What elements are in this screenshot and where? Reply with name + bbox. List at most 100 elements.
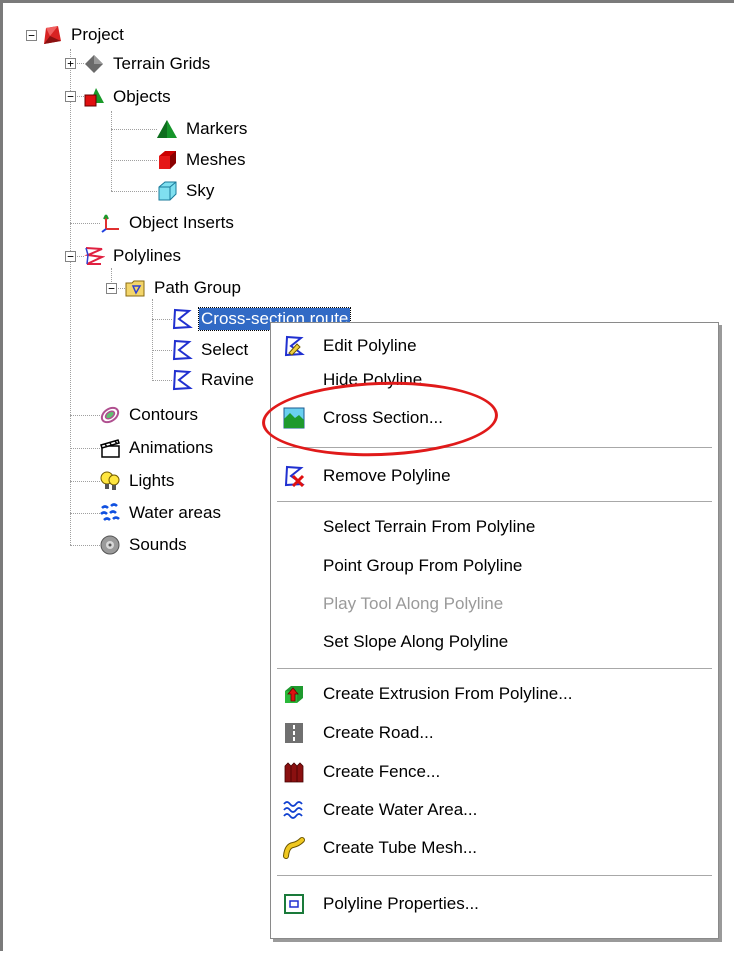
menu-item-cross-section[interactable]: Cross Section... bbox=[273, 401, 716, 435]
remove-polyline-icon bbox=[283, 465, 305, 487]
menu-item-remove-polyline[interactable]: Remove Polyline bbox=[273, 459, 716, 493]
menu-item-create-road[interactable]: Create Road... bbox=[273, 716, 716, 750]
tree-item-object-inserts[interactable]: Object Inserts bbox=[99, 208, 236, 238]
collapse-path-group-toggle[interactable]: − bbox=[106, 283, 117, 294]
menu-item-label: Cross Section... bbox=[323, 408, 443, 427]
polylines-icon bbox=[83, 245, 105, 267]
objects-icon bbox=[83, 86, 105, 108]
tree-item-sounds[interactable]: Sounds bbox=[99, 530, 189, 560]
mesh-icon bbox=[156, 149, 178, 171]
polyline-icon bbox=[171, 369, 193, 391]
menu-separator bbox=[277, 875, 712, 876]
tree-line bbox=[152, 299, 153, 379]
menu-item-edit-polyline[interactable]: Edit Polyline bbox=[273, 329, 716, 363]
tree-item-label: Sky bbox=[186, 181, 215, 200]
edit-polyline-icon bbox=[283, 335, 305, 357]
project-icon bbox=[41, 24, 63, 46]
menu-item-hide-polyline[interactable]: Hide Polyline bbox=[273, 363, 716, 397]
tree-item-label: Contours bbox=[129, 405, 198, 424]
menu-item-point-group-from-polyline[interactable]: Point Group From Polyline bbox=[273, 549, 716, 583]
polyline-icon bbox=[171, 339, 193, 361]
tree-item-label: Polylines bbox=[113, 246, 182, 265]
road-icon bbox=[283, 722, 305, 744]
menu-item-select-terrain-from-polyline[interactable]: Select Terrain From Polyline bbox=[273, 510, 716, 544]
tree-item-label: Markers bbox=[186, 119, 248, 138]
sky-icon bbox=[156, 180, 178, 202]
tree-item-label: Objects bbox=[113, 87, 171, 106]
tree-item-animations[interactable]: Animations bbox=[99, 433, 215, 463]
tree-line bbox=[152, 319, 172, 320]
collapse-objects-toggle[interactable]: − bbox=[65, 91, 76, 102]
menu-item-create-water-area[interactable]: Create Water Area... bbox=[273, 793, 716, 827]
tree-item-water-areas[interactable]: Water areas bbox=[99, 498, 223, 528]
tree-item-path-group[interactable]: Path Group bbox=[124, 273, 243, 303]
tree-item-ravine[interactable]: Ravine bbox=[171, 365, 256, 395]
water-areas-icon bbox=[99, 502, 121, 524]
menu-item-label: Polyline Properties... bbox=[323, 894, 479, 913]
menu-item-label: Remove Polyline bbox=[323, 466, 451, 485]
menu-item-play-tool-along-polyline: Play Tool Along Polyline bbox=[273, 587, 716, 621]
tree-item-label: Animations bbox=[129, 438, 214, 457]
tree-item-sky[interactable]: Sky bbox=[156, 176, 216, 206]
expand-terrain-grids-toggle[interactable]: + bbox=[65, 58, 76, 69]
tree-line bbox=[70, 223, 100, 224]
lights-icon bbox=[99, 470, 121, 492]
tree-item-terrain-grids[interactable]: Terrain Grids bbox=[83, 49, 212, 79]
tree-line bbox=[152, 350, 172, 351]
tree-line bbox=[70, 545, 100, 546]
tree-item-project[interactable]: Project bbox=[41, 20, 126, 50]
extrusion-icon bbox=[283, 683, 305, 705]
menu-item-set-slope-along-polyline[interactable]: Set Slope Along Polyline bbox=[273, 625, 716, 659]
menu-item-create-extrusion[interactable]: Create Extrusion From Polyline... bbox=[273, 677, 716, 711]
tree-item-label: Meshes bbox=[186, 150, 246, 169]
tree-line bbox=[70, 415, 100, 416]
context-menu: Edit Polyline Hide Polyline Cross Sectio… bbox=[270, 322, 719, 939]
tree-item-markers[interactable]: Markers bbox=[156, 114, 249, 144]
menu-item-polyline-properties[interactable]: Polyline Properties... bbox=[273, 887, 716, 921]
contours-icon bbox=[99, 404, 121, 426]
tree-item-contours[interactable]: Contours bbox=[99, 400, 200, 430]
tree-line bbox=[111, 129, 157, 130]
marker-icon bbox=[156, 118, 178, 140]
tree-item-meshes[interactable]: Meshes bbox=[156, 145, 248, 175]
menu-item-label: Play Tool Along Polyline bbox=[323, 594, 504, 613]
tree-item-label: Path Group bbox=[154, 278, 241, 297]
menu-item-create-tube-mesh[interactable]: Create Tube Mesh... bbox=[273, 831, 716, 865]
tree-line bbox=[70, 448, 100, 449]
tree-line bbox=[70, 49, 71, 545]
menu-item-label: Create Water Area... bbox=[323, 800, 478, 819]
menu-item-label: Point Group From Polyline bbox=[323, 556, 523, 575]
tree-item-lights[interactable]: Lights bbox=[99, 466, 176, 496]
folder-icon bbox=[124, 277, 146, 299]
object-inserts-icon bbox=[99, 212, 121, 234]
tree-item-polylines[interactable]: Polylines bbox=[83, 241, 183, 271]
tube-mesh-icon bbox=[283, 837, 305, 859]
polyline-icon bbox=[171, 308, 193, 330]
cross-section-icon bbox=[283, 407, 305, 429]
menu-separator bbox=[277, 501, 712, 502]
tree-item-label: Project bbox=[71, 25, 124, 44]
fence-icon bbox=[283, 761, 305, 783]
tree-line bbox=[111, 160, 157, 161]
tree-item-label: Sounds bbox=[129, 535, 187, 554]
menu-item-label: Hide Polyline bbox=[323, 370, 423, 389]
menu-item-label: Select Terrain From Polyline bbox=[323, 517, 536, 536]
menu-item-label: Set Slope Along Polyline bbox=[323, 632, 509, 651]
properties-icon bbox=[283, 893, 305, 915]
tree-line bbox=[70, 513, 100, 514]
tree-item-objects[interactable]: Objects bbox=[83, 82, 173, 112]
menu-item-label: Create Tube Mesh... bbox=[323, 838, 478, 857]
tree-item-label: Ravine bbox=[201, 370, 254, 389]
collapse-project-toggle[interactable]: − bbox=[26, 30, 37, 41]
collapse-polylines-toggle[interactable]: − bbox=[65, 251, 76, 262]
menu-separator bbox=[277, 447, 712, 448]
menu-item-label: Edit Polyline bbox=[323, 336, 417, 355]
menu-item-label: Create Road... bbox=[323, 723, 434, 742]
tree-line bbox=[111, 111, 112, 191]
menu-item-create-fence[interactable]: Create Fence... bbox=[273, 755, 716, 789]
animations-icon bbox=[99, 437, 121, 459]
tree-item-select[interactable]: Select bbox=[171, 335, 250, 365]
water-area-icon bbox=[283, 799, 305, 821]
tree-line bbox=[111, 191, 157, 192]
terrain-grids-icon bbox=[83, 53, 105, 75]
